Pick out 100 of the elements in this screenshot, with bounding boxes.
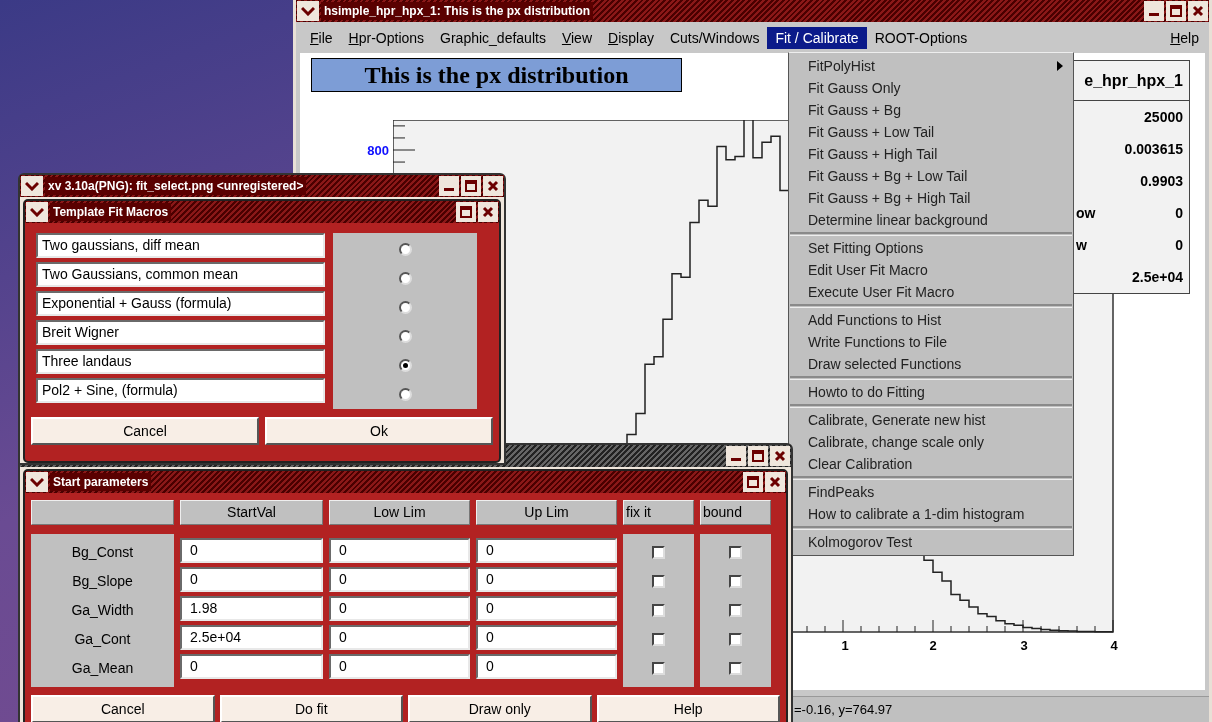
menu-item[interactable]: Clear Calibration: [789, 453, 1073, 475]
number-field[interactable]: 0: [329, 596, 470, 621]
close-button[interactable]: [478, 202, 498, 222]
number-field[interactable]: 0: [329, 625, 470, 650]
checkbox[interactable]: [729, 546, 742, 559]
close-button[interactable]: [765, 472, 785, 492]
number-field[interactable]: 1.98: [180, 596, 323, 621]
menu-item[interactable]: Fit Gauss + Bg + High Tail: [789, 187, 1073, 209]
menu-item[interactable]: Display: [600, 27, 662, 49]
dialog-button[interactable]: Cancel: [31, 695, 215, 722]
macro-name-field[interactable]: Two gaussians, diff mean: [36, 233, 325, 258]
menu-item[interactable]: Fit Gauss Only: [789, 77, 1073, 99]
menu-item[interactable]: Fit Gauss + Low Tail: [789, 121, 1073, 143]
number-field[interactable]: 0: [476, 538, 617, 563]
checkbox[interactable]: [729, 662, 742, 675]
checkbox[interactable]: [652, 604, 665, 617]
radio-button[interactable]: [398, 359, 412, 372]
radio-button[interactable]: [398, 330, 412, 343]
menu-item[interactable]: How to calibrate a 1-dim histogram: [789, 503, 1073, 525]
radio-button[interactable]: [398, 272, 412, 285]
close-button[interactable]: [1188, 1, 1208, 21]
window-menu-button[interactable]: [26, 202, 48, 222]
dialog-button[interactable]: Draw only: [408, 695, 592, 722]
minimize-button[interactable]: [439, 176, 459, 196]
menu-item[interactable]: Howto to do Fitting: [789, 381, 1073, 403]
maximize-button[interactable]: [456, 202, 476, 222]
close-button[interactable]: [770, 446, 790, 466]
parameter-label: Ga_Mean: [71, 659, 134, 678]
number-field[interactable]: 0: [476, 596, 617, 621]
number-field[interactable]: 0: [476, 567, 617, 592]
close-button[interactable]: [483, 176, 503, 196]
checkbox[interactable]: [652, 546, 665, 559]
number-field[interactable]: 0: [180, 538, 323, 563]
checkbox[interactable]: [652, 662, 665, 675]
menu-item[interactable]: Execute User Fit Macro: [789, 281, 1073, 303]
radio-button[interactable]: [398, 301, 412, 314]
menu-item[interactable]: Set Fitting Options: [789, 237, 1073, 259]
menu-item[interactable]: FitPolyHist: [789, 55, 1073, 77]
window-menu-button[interactable]: [21, 176, 43, 196]
column-header: StartVal: [180, 500, 323, 525]
macro-name-field[interactable]: Exponential + Gauss (formula): [36, 291, 325, 316]
number-field[interactable]: 0: [329, 654, 470, 679]
menu-item[interactable]: Write Functions to File: [789, 331, 1073, 353]
menu-item[interactable]: Draw selected Functions: [789, 353, 1073, 375]
parameter-label: Bg_Const: [71, 543, 134, 562]
dialog-button[interactable]: Help: [596, 695, 780, 722]
maximize-button[interactable]: [1166, 1, 1186, 21]
maximize-button[interactable]: [461, 176, 481, 196]
checkbox[interactable]: [729, 604, 742, 617]
menu-item[interactable]: ROOT-Options: [866, 27, 976, 49]
maximize-button[interactable]: [743, 472, 763, 492]
dialog-button[interactable]: Ok: [265, 417, 493, 445]
menu-item[interactable]: Hpr-Options: [340, 27, 433, 49]
menu-item[interactable]: Cuts/Windows: [661, 27, 768, 49]
number-field[interactable]: 0: [476, 625, 617, 650]
minimize-button[interactable]: [1144, 1, 1164, 21]
column-header: bound: [700, 500, 771, 525]
macro-name-field[interactable]: Pol2 + Sine, (formula): [36, 378, 325, 403]
window-title: xv 3.10a(PNG): fit_select.png <unregistered>: [45, 177, 307, 195]
number-field[interactable]: 0: [180, 567, 323, 592]
window-title: Start parameters: [50, 473, 152, 491]
menu-item[interactable]: Kolmogorov Test: [789, 531, 1073, 553]
dialog-button[interactable]: Do fit: [219, 695, 403, 722]
menu-item[interactable]: Edit User Fit Macro: [789, 259, 1073, 281]
number-field[interactable]: 2.5e+04: [180, 625, 323, 650]
number-field[interactable]: 0: [180, 654, 323, 679]
window-menu-button[interactable]: [297, 1, 319, 21]
menu-item[interactable]: View: [553, 27, 600, 49]
menu-item[interactable]: Fit Gauss + Bg: [789, 99, 1073, 121]
macro-name-field[interactable]: Two Gaussians, common mean: [36, 262, 325, 287]
number-field[interactable]: 0: [476, 654, 617, 679]
menu-item[interactable]: Fit Gauss + High Tail: [789, 143, 1073, 165]
menu-item[interactable]: File: [302, 27, 341, 49]
maximize-button[interactable]: [748, 446, 768, 466]
menu-item[interactable]: Calibrate, change scale only: [789, 431, 1073, 453]
maximize-icon: [465, 180, 477, 192]
checkbox[interactable]: [729, 575, 742, 588]
close-icon: [487, 180, 499, 192]
plot-title: This is the px distribution: [311, 58, 682, 92]
checkbox[interactable]: [729, 633, 742, 646]
dialog-button[interactable]: Cancel: [31, 417, 259, 445]
checkbox[interactable]: [652, 633, 665, 646]
menu-item[interactable]: Calibrate, Generate new hist: [789, 409, 1073, 431]
radio-button[interactable]: [398, 388, 412, 401]
menu-item[interactable]: Graphic_defaults: [432, 27, 554, 49]
menu-item[interactable]: FindPeaks: [789, 481, 1073, 503]
number-field[interactable]: 0: [329, 538, 470, 563]
checkbox[interactable]: [652, 575, 665, 588]
macro-name-field[interactable]: Three landaus: [36, 349, 325, 374]
radio-button[interactable]: [398, 243, 412, 256]
column-header: Low Lim: [329, 500, 470, 525]
menu-item[interactable]: Add Functions to Hist: [789, 309, 1073, 331]
menu-item[interactable]: Determine linear background: [789, 209, 1073, 231]
number-field[interactable]: 0: [329, 567, 470, 592]
menu-item[interactable]: Help: [1166, 27, 1203, 49]
menu-item[interactable]: Fit / Calibrate: [767, 27, 867, 49]
minimize-button[interactable]: [726, 446, 746, 466]
macro-name-field[interactable]: Breit Wigner: [36, 320, 325, 345]
window-menu-button[interactable]: [26, 472, 48, 492]
menu-item[interactable]: Fit Gauss + Bg + Low Tail: [789, 165, 1073, 187]
